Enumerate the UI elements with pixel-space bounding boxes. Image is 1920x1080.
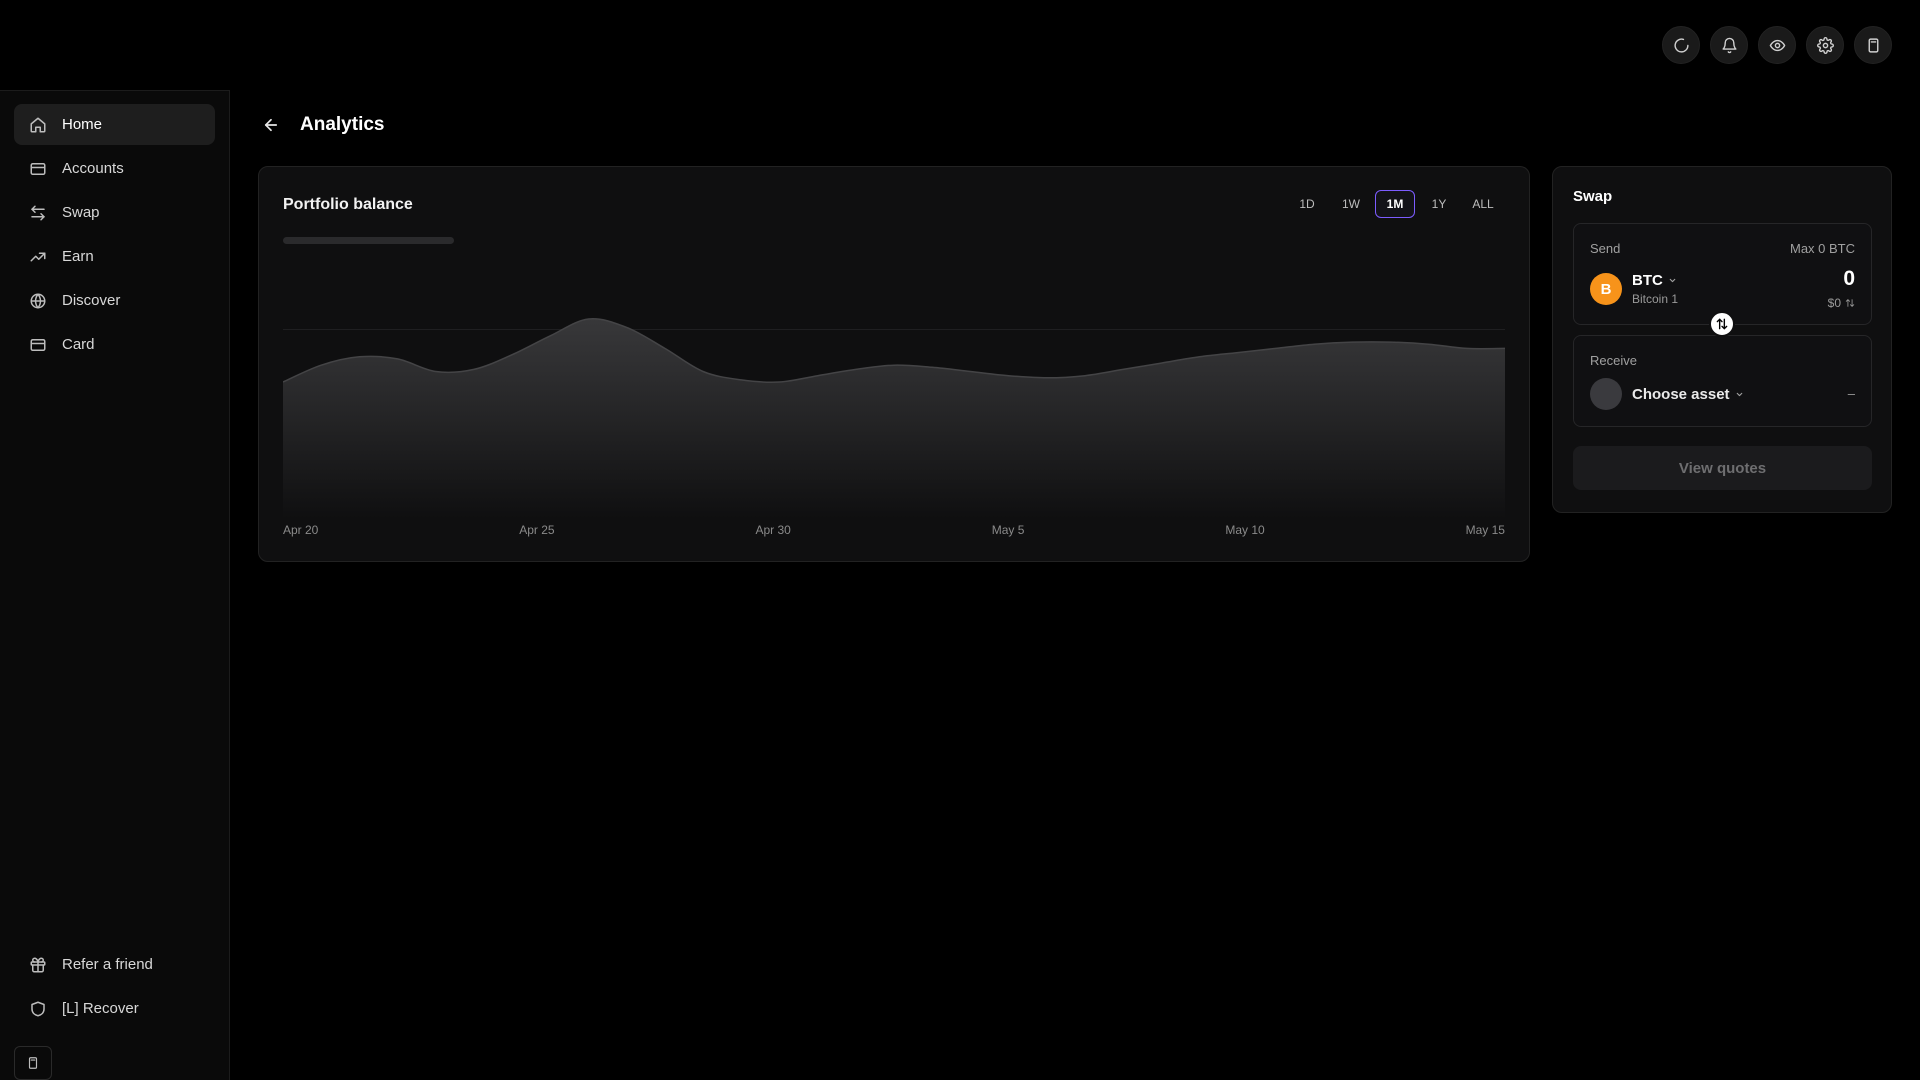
chevron-down-icon (1736, 392, 1742, 396)
clipboard-icon[interactable] (1854, 26, 1892, 64)
sidebar-item-discover[interactable]: Discover (14, 280, 215, 321)
chart-area (283, 318, 1505, 519)
sidebar-item-label: Refer a friend (62, 956, 153, 973)
portfolio-title: Portfolio balance (283, 196, 413, 213)
x-tick-label: May 15 (1465, 523, 1505, 537)
sidebar-item-earn[interactable]: Earn (14, 236, 215, 277)
range-tab-1m[interactable]: 1M (1375, 190, 1415, 218)
globe-icon (30, 293, 46, 308)
range-tab-1w[interactable]: 1W (1331, 190, 1371, 218)
sidebar-nav: Home Accounts Swap Earn Discover Card (14, 104, 215, 368)
receive-box: Receive Choose asset – (1573, 335, 1872, 427)
trending-up-icon (30, 252, 46, 261)
clipboard-icon[interactable] (14, 1046, 52, 1080)
range-tabs: 1D 1W 1M 1Y ALL (1287, 190, 1503, 218)
page-header: Analytics (262, 114, 384, 136)
toggle-currency-icon (1845, 299, 1855, 307)
sidebar-item-card[interactable]: Card (14, 324, 215, 365)
max-balance[interactable]: Max 0 BTC (1790, 241, 1855, 256)
x-tick-label: Apr 20 (283, 523, 319, 537)
sidebar-item-home[interactable]: Home (14, 104, 215, 145)
chevron-down-icon (1669, 278, 1676, 283)
sidebar-item-recover[interactable]: [L] Recover (14, 988, 215, 1029)
shield-icon (31, 1001, 45, 1016)
send-label: Send (1590, 241, 1621, 256)
page-title: Analytics (300, 114, 385, 135)
swap-icon (31, 205, 45, 220)
x-axis-labels: Apr 20 Apr 25 Apr 30 May 5 May 10 May 15 (283, 523, 1505, 537)
sidebar-item-accounts[interactable]: Accounts (14, 148, 215, 189)
x-tick-label: Apr 30 (755, 523, 791, 537)
switch-direction-button[interactable] (1709, 311, 1735, 337)
receive-label: Receive (1590, 353, 1637, 368)
balance-skeleton (283, 237, 454, 244)
swap-vertical-icon (1716, 318, 1728, 330)
top-bar (0, 0, 1920, 90)
sidebar-item-label: Earn (62, 248, 94, 265)
receive-amount: – (1847, 386, 1855, 401)
home-icon (30, 117, 46, 132)
x-tick-label: May 5 (991, 523, 1025, 537)
send-usd-value[interactable]: $0 (1828, 296, 1855, 310)
sidebar-item-label: Accounts (62, 160, 124, 177)
swap-title: Swap (1573, 188, 1613, 205)
usd-value-text: $0 (1827, 296, 1841, 310)
bell-icon[interactable] (1710, 26, 1748, 64)
back-arrow-icon[interactable] (262, 115, 282, 135)
send-asset-selector[interactable]: B BTC Bitcoin 1 (1590, 272, 1678, 306)
gift-icon (30, 957, 46, 972)
asset-placeholder-icon (1590, 378, 1622, 410)
send-asset-name: Bitcoin 1 (1632, 292, 1679, 306)
sidebar-item-label: Home (62, 116, 103, 133)
range-tab-all[interactable]: ALL (1463, 190, 1503, 218)
view-quotes-button[interactable]: View quotes (1573, 446, 1872, 490)
sidebar-item-label: Card (62, 336, 95, 353)
card-icon (30, 338, 46, 351)
sidebar-item-label: Discover (62, 292, 121, 309)
gear-icon[interactable] (1806, 26, 1844, 64)
send-amount-input[interactable]: 0 (1843, 267, 1855, 291)
send-box: Send Max 0 BTC B BTC Bitcoin 1 0 $0 (1573, 223, 1872, 325)
sidebar-item-refer[interactable]: Refer a friend (14, 944, 215, 985)
range-tab-1y[interactable]: 1Y (1419, 190, 1459, 218)
sidebar-item-swap[interactable]: Swap (14, 192, 215, 233)
bitcoin-icon: B (1590, 273, 1622, 305)
x-tick-label: Apr 25 (519, 523, 555, 537)
eye-icon[interactable] (1758, 26, 1796, 64)
sidebar-bottom-nav: Refer a friend [L] Recover (14, 944, 215, 1032)
receive-asset-selector[interactable]: Choose asset (1590, 378, 1744, 410)
choose-asset-label: Choose asset (1632, 385, 1730, 403)
range-tab-1d[interactable]: 1D (1287, 190, 1327, 218)
sidebar-item-label: Swap (62, 204, 100, 221)
swap-card: Swap Send Max 0 BTC B BTC Bitcoin 1 0 $0… (1552, 166, 1892, 513)
sidebar-item-label: [L] Recover (62, 1000, 139, 1017)
top-actions (1662, 26, 1892, 64)
x-tick-label: May 10 (1225, 523, 1265, 537)
send-asset-symbol: BTC (1632, 272, 1663, 289)
portfolio-card: Portfolio balance 1D 1W 1M 1Y ALL Apr 20… (258, 166, 1530, 562)
portfolio-chart (283, 318, 1505, 519)
loading-icon[interactable] (1662, 26, 1700, 64)
sidebar: Home Accounts Swap Earn Discover Card Re… (0, 90, 230, 1080)
accounts-icon (30, 162, 46, 175)
